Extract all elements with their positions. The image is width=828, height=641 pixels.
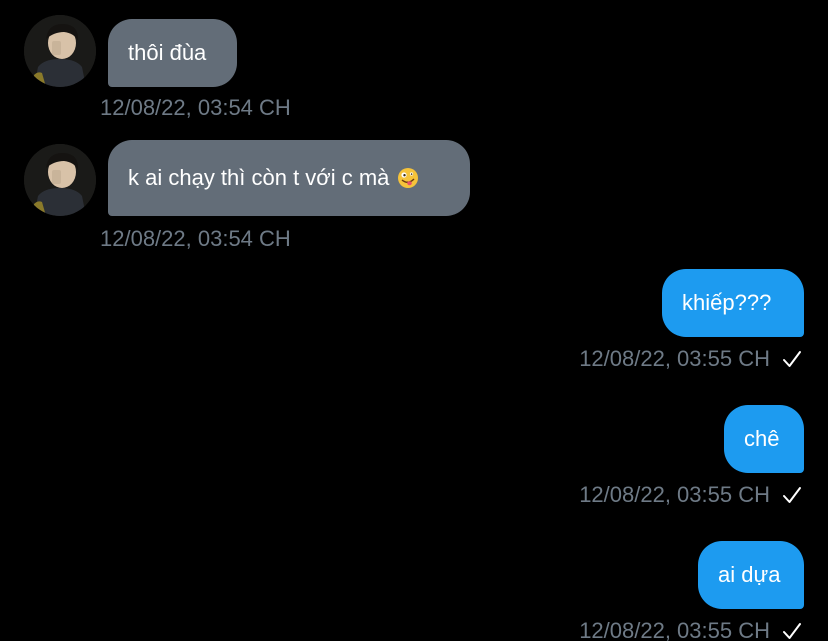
- message-text: k ai chạy thì còn t với c mà: [128, 165, 390, 190]
- message-timestamp: 12/08/22, 03:55 CH: [579, 346, 802, 372]
- message-thread: thôi đùa 12/08/22, 03:54 CH k ai chạy th…: [0, 0, 828, 641]
- checkmark-icon: [783, 351, 801, 367]
- message-bubble-outgoing[interactable]: khiếp???: [662, 269, 804, 337]
- sender-avatar[interactable]: [24, 144, 96, 216]
- message-text: thôi đùa: [128, 40, 207, 65]
- message-bubble-outgoing[interactable]: ai dựa: [698, 541, 804, 609]
- message-bubble-incoming[interactable]: k ai chạy thì còn t với c mà: [108, 140, 470, 216]
- message-text: khiếp???: [682, 290, 772, 315]
- message-timestamp: 12/08/22, 03:54 CH: [100, 95, 291, 121]
- checkmark-icon: [783, 623, 801, 639]
- message-text: chê: [744, 426, 780, 451]
- message-text: ai dựa: [718, 562, 781, 587]
- zany-face-emoji-icon: [398, 168, 419, 188]
- message-timestamp: 12/08/22, 03:55 CH: [579, 618, 802, 641]
- timestamp-text: 12/08/22, 03:54 CH: [100, 95, 291, 120]
- avatar-photo: [24, 15, 96, 87]
- message-timestamp: 12/08/22, 03:54 CH: [100, 226, 291, 252]
- checkmark-icon: [783, 487, 801, 503]
- timestamp-text: 12/08/22, 03:55 CH: [579, 346, 770, 371]
- message-bubble-incoming[interactable]: thôi đùa: [108, 19, 237, 87]
- timestamp-text: 12/08/22, 03:55 CH: [579, 618, 770, 641]
- avatar-photo: [24, 144, 96, 216]
- message-timestamp: 12/08/22, 03:55 CH: [579, 482, 802, 508]
- sender-avatar[interactable]: [24, 15, 96, 87]
- message-bubble-outgoing[interactable]: chê: [724, 405, 804, 473]
- timestamp-text: 12/08/22, 03:54 CH: [100, 226, 291, 251]
- timestamp-text: 12/08/22, 03:55 CH: [579, 482, 770, 507]
